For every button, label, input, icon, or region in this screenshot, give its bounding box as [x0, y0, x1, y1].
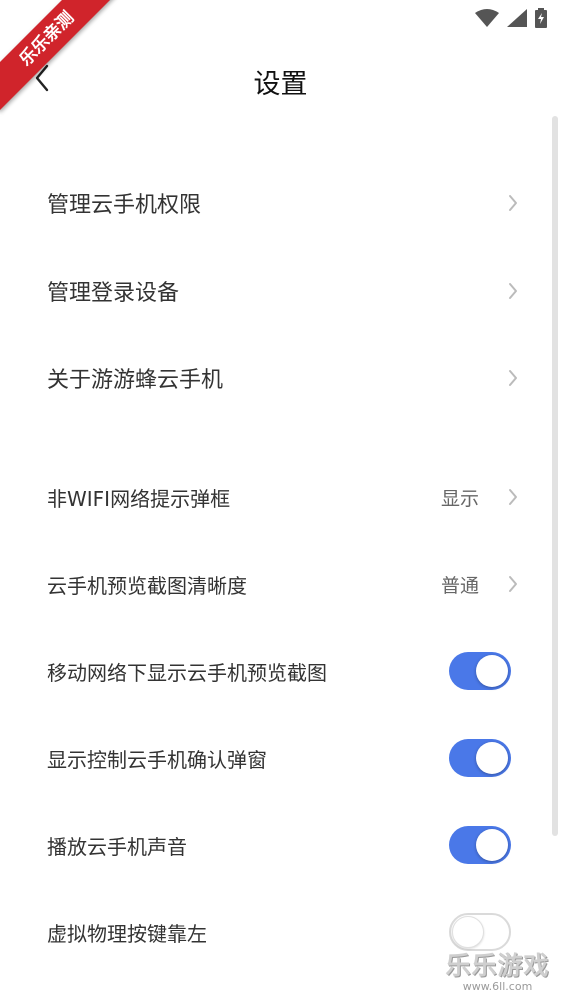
- row-label: 移动网络下显示云手机预览截图: [47, 660, 327, 685]
- mobile-preview-toggle[interactable]: [449, 652, 511, 690]
- scrollbar[interactable]: [552, 116, 558, 836]
- settings-row-screenshot-quality[interactable]: 云手机预览截图清晰度 普通: [0, 541, 545, 627]
- settings-row-mobile-preview: 移动网络下显示云手机预览截图: [0, 628, 545, 714]
- watermark-logo: 乐乐游戏 www.6ll.com: [440, 951, 555, 993]
- toggle-knob: [476, 655, 508, 687]
- row-label: 关于游游蜂云手机: [47, 368, 224, 393]
- wifi-icon: [475, 9, 499, 27]
- settings-row-manage-devices[interactable]: 管理登录设备: [0, 246, 545, 336]
- sound-toggle[interactable]: [449, 826, 511, 864]
- chevron-right-icon: [507, 487, 519, 507]
- battery-charging-icon: [535, 8, 547, 28]
- settings-row-sound: 播放云手机声音: [0, 802, 545, 888]
- row-label: 云手机预览截图清晰度: [47, 573, 247, 598]
- row-label: 显示控制云手机确认弹窗: [47, 747, 267, 772]
- row-label: 非WIFI网络提示弹框: [47, 486, 231, 511]
- row-label: 虚拟物理按键靠左: [47, 921, 207, 946]
- watermark-text: 乐乐游戏: [445, 951, 550, 980]
- settings-row-manage-permissions[interactable]: 管理云手机权限: [0, 158, 545, 248]
- settings-row-about[interactable]: 关于游游蜂云手机: [0, 333, 545, 423]
- status-icons: [475, 8, 547, 28]
- chevron-right-icon: [507, 281, 519, 301]
- toggle-knob: [476, 829, 508, 861]
- chevron-right-icon: [507, 193, 519, 213]
- settings-row-confirm-dialog: 显示控制云手机确认弹窗: [0, 715, 545, 801]
- virtual-keys-left-toggle[interactable]: [449, 913, 511, 951]
- toggle-knob: [476, 742, 508, 774]
- row-label: 管理登录设备: [47, 281, 180, 306]
- chevron-right-icon: [507, 368, 519, 388]
- row-value: 普通: [440, 574, 479, 597]
- chevron-right-icon: [507, 574, 519, 594]
- settings-row-wifi-prompt[interactable]: 非WIFI网络提示弹框 显示: [0, 454, 545, 540]
- confirm-dialog-toggle[interactable]: [449, 739, 511, 777]
- corner-badge: 乐乐亲测: [0, 0, 120, 120]
- toggle-knob: [452, 916, 484, 948]
- watermark-url: www.6ll.com: [462, 980, 533, 993]
- row-label: 播放云手机声音: [47, 834, 187, 859]
- corner-badge-text: 乐乐亲测: [0, 0, 120, 112]
- row-label: 管理云手机权限: [47, 193, 202, 218]
- cell-signal-icon: [507, 9, 527, 27]
- row-value: 显示: [440, 487, 479, 510]
